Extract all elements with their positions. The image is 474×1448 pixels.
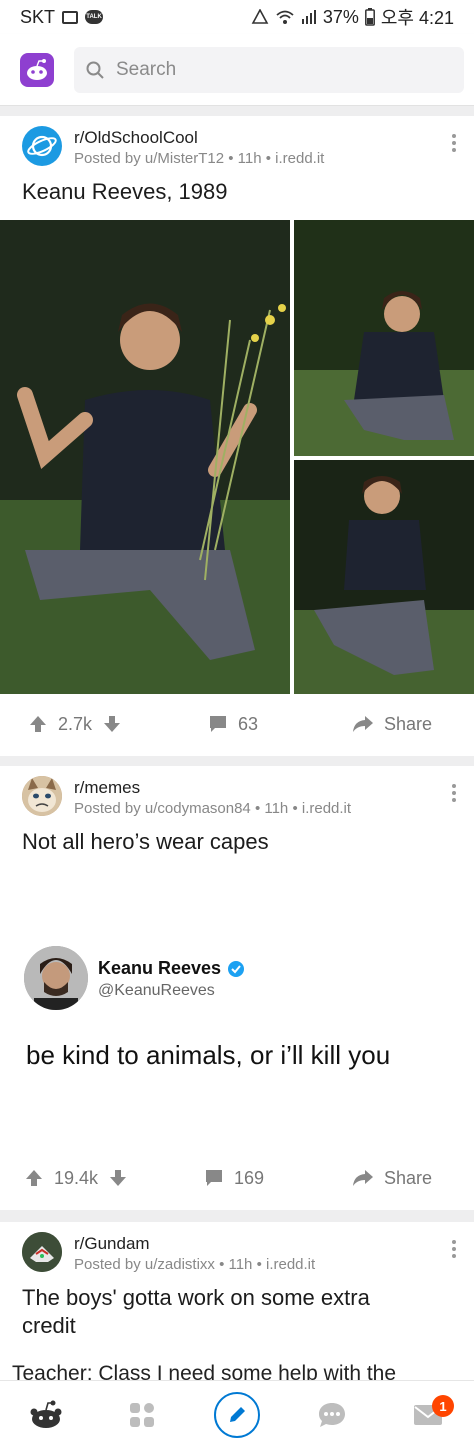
snoo-icon bbox=[27, 58, 47, 80]
share-icon bbox=[353, 1170, 373, 1186]
tweet-avatar bbox=[24, 946, 88, 1010]
post-header: r/OldSchoolCool Posted by u/MisterT12 • … bbox=[0, 116, 474, 176]
more-options-icon[interactable] bbox=[452, 1240, 456, 1258]
clock: 오후 4:21 bbox=[380, 8, 454, 28]
sync-icon bbox=[251, 9, 269, 24]
tweet-handle: @KeanuReeves bbox=[98, 982, 215, 999]
subreddit-name[interactable]: r/Gundam bbox=[74, 1234, 150, 1254]
app-bar: Search bbox=[0, 34, 474, 106]
comment-icon bbox=[206, 1170, 222, 1186]
nav-create-post[interactable] bbox=[207, 1381, 267, 1448]
status-bar: SKT TALK 37% 오후 4:21 bbox=[0, 0, 474, 34]
signal-icon bbox=[301, 10, 316, 24]
nav-inbox[interactable]: 1 bbox=[398, 1381, 458, 1448]
downvote-icon[interactable] bbox=[108, 1168, 128, 1188]
post-meta: Posted by u/MisterT12 • 11h • i.redd.it bbox=[74, 150, 325, 167]
post-header: r/memes Posted by u/codymason84 • 11h • … bbox=[0, 766, 474, 826]
battery-percentage: 37% bbox=[322, 6, 359, 27]
comment-count: 169 bbox=[234, 1167, 265, 1188]
nav-communities[interactable] bbox=[112, 1381, 172, 1448]
share-icon bbox=[353, 716, 373, 732]
post-image-tweet[interactable]: Keanu Reeves @KeanuReeves be kind to ani… bbox=[0, 890, 474, 1140]
comment-icon bbox=[210, 716, 226, 732]
comments-button[interactable]: 169 bbox=[204, 1150, 264, 1206]
upvote-count: 19.4k bbox=[54, 1167, 99, 1188]
reddit-logo-button[interactable] bbox=[20, 52, 54, 87]
create-post-button[interactable] bbox=[214, 1392, 260, 1438]
post-title[interactable]: The boys' gotta work on some extra credi… bbox=[0, 1284, 420, 1340]
upvote-icon[interactable] bbox=[24, 1168, 44, 1188]
subreddit-avatar[interactable] bbox=[22, 126, 62, 166]
nav-home[interactable] bbox=[16, 1381, 76, 1448]
tweet-author-name: Keanu Reeves bbox=[98, 958, 222, 978]
keanu-avatar-icon bbox=[24, 946, 88, 1010]
post-meta: Posted by u/zadistixx • 11h • i.redd.it bbox=[74, 1256, 316, 1273]
post-meta: Posted by u/codymason84 • 11h • i.redd.i… bbox=[74, 800, 352, 817]
share-button[interactable]: Share bbox=[352, 696, 432, 752]
carrier-label: SKT bbox=[20, 6, 56, 27]
post-title[interactable]: Keanu Reeves, 1989 bbox=[0, 178, 474, 206]
communities-icon bbox=[130, 1403, 154, 1427]
planet-icon bbox=[27, 135, 57, 157]
subreddit-name[interactable]: r/memes bbox=[74, 778, 140, 798]
bottom-navigation: 1 bbox=[0, 1380, 474, 1448]
comment-count: 63 bbox=[238, 713, 259, 734]
battery-icon bbox=[364, 8, 375, 26]
post-actions: 19.4k 169 Share bbox=[0, 1150, 474, 1206]
photo-main bbox=[0, 220, 290, 694]
post-header: r/Gundam Posted by u/zadistixx • 11h • i… bbox=[0, 1222, 474, 1282]
search-input[interactable]: Search bbox=[74, 46, 464, 93]
share-button[interactable]: Share bbox=[352, 1150, 432, 1206]
subreddit-avatar[interactable] bbox=[22, 1232, 62, 1272]
post-image-collage[interactable] bbox=[0, 220, 474, 694]
wifi-icon bbox=[276, 10, 294, 24]
post-card[interactable]: r/OldSchoolCool Posted by u/MisterT12 • … bbox=[0, 116, 474, 756]
verified-badge-icon bbox=[228, 960, 245, 977]
home-icon bbox=[30, 1400, 62, 1428]
post-card[interactable]: r/Gundam Posted by u/zadistixx • 11h • i… bbox=[0, 1222, 474, 1380]
downvote-icon[interactable] bbox=[102, 714, 122, 734]
tweet-text: be kind to animals, or i’ll kill you bbox=[26, 1040, 391, 1070]
more-options-icon[interactable] bbox=[452, 134, 456, 152]
subreddit-avatar[interactable] bbox=[22, 776, 62, 816]
photo-bottom-right bbox=[294, 460, 474, 694]
comments-button[interactable]: 63 bbox=[208, 696, 258, 752]
grumpy-cat-avatar-icon bbox=[22, 776, 62, 816]
feed-divider bbox=[0, 1210, 474, 1222]
subreddit-name[interactable]: r/OldSchoolCool bbox=[74, 128, 198, 148]
feed-divider bbox=[0, 106, 474, 116]
vote-group: 2.7k bbox=[28, 696, 122, 752]
post-card[interactable]: r/memes Posted by u/codymason84 • 11h • … bbox=[0, 766, 474, 1210]
upvote-icon[interactable] bbox=[28, 714, 48, 734]
gallery-notification-icon bbox=[62, 10, 79, 24]
create-post-icon bbox=[230, 1407, 245, 1422]
post-actions: 2.7k 63 Share bbox=[0, 696, 474, 752]
share-label: Share bbox=[384, 1167, 433, 1188]
nav-chat[interactable] bbox=[302, 1381, 362, 1448]
post-preview-text: Teacher: Class I need some help with the bbox=[12, 1362, 397, 1380]
gundam-avatar-icon bbox=[22, 1232, 62, 1272]
post-title[interactable]: Not all hero’s wear capes bbox=[0, 828, 474, 856]
search-icon bbox=[86, 61, 104, 79]
search-placeholder: Search bbox=[116, 58, 177, 80]
photo-top-right bbox=[294, 220, 474, 456]
more-options-icon[interactable] bbox=[452, 784, 456, 802]
inbox-notification-badge: 1 bbox=[432, 1395, 454, 1417]
chat-icon bbox=[319, 1403, 345, 1427]
talk-notification-icon: TALK bbox=[85, 10, 104, 24]
tweet-name-row: Keanu Reeves bbox=[98, 958, 245, 979]
feed-divider bbox=[0, 756, 474, 766]
share-label: Share bbox=[384, 713, 433, 734]
upvote-count: 2.7k bbox=[58, 713, 93, 734]
vote-group: 19.4k bbox=[24, 1150, 128, 1206]
